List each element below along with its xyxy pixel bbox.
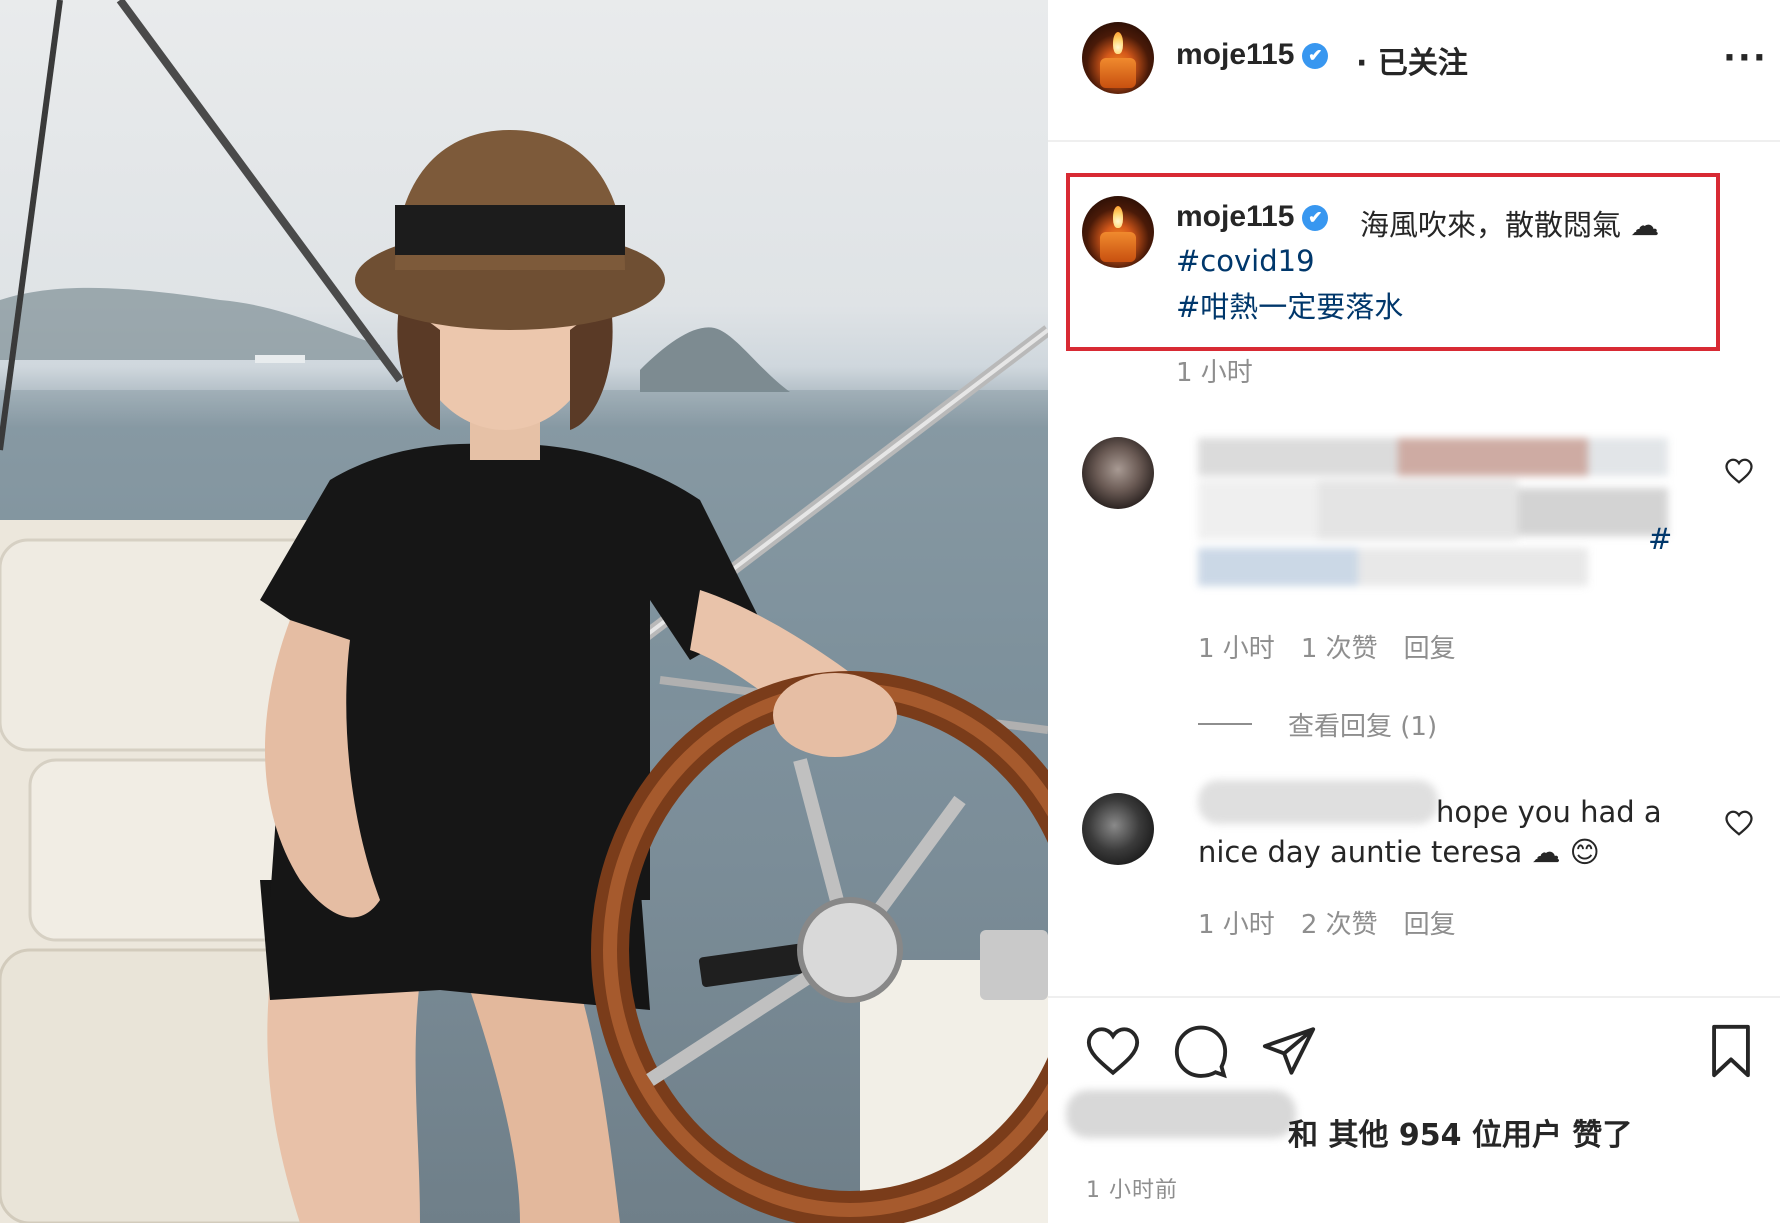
comment-time: 1 小时 bbox=[1198, 634, 1275, 664]
comment-text-line2-body: nice day auntie teresa bbox=[1198, 835, 1523, 869]
caption-username-text[interactable]: moje115 bbox=[1176, 200, 1294, 233]
header-divider bbox=[1048, 140, 1780, 142]
comment-reply-button[interactable]: 回复 bbox=[1404, 634, 1456, 664]
comment-icon[interactable] bbox=[1172, 1022, 1230, 1080]
cloud-emoji: ☁ bbox=[1630, 208, 1660, 242]
commenter-avatar[interactable] bbox=[1082, 793, 1154, 865]
comment-meta: 1 小时 1 次赞 回复 bbox=[1198, 628, 1482, 665]
comment-likes[interactable]: 1 次赞 bbox=[1301, 634, 1378, 664]
actions-divider bbox=[1048, 996, 1780, 998]
follow-status[interactable]: · 已关注 bbox=[1356, 38, 1468, 82]
author-avatar[interactable] bbox=[1082, 22, 1154, 94]
replies-rule bbox=[1198, 723, 1252, 725]
verified-badge-icon: ✔ bbox=[1302, 43, 1329, 70]
author-username-text[interactable]: moje115 bbox=[1176, 38, 1294, 71]
post-photo bbox=[0, 0, 1048, 1223]
caption-time: 1 小时 bbox=[1176, 358, 1253, 388]
comment-text-line2: nice day auntie teresa ☁ 😊 bbox=[1198, 835, 1600, 869]
commenter-avatar[interactable] bbox=[1082, 437, 1154, 509]
comment-like-heart-icon[interactable] bbox=[1724, 456, 1754, 486]
blurred-comment bbox=[1198, 438, 1668, 588]
heart-icon[interactable] bbox=[1084, 1022, 1142, 1080]
blurred-username bbox=[1198, 780, 1438, 824]
comment-like-heart-icon[interactable] bbox=[1724, 808, 1754, 838]
post-details-panel: moje115 ✔ · 已关注 ··· moje115 ✔ 海風吹來，散散悶氣 ☁ … bbox=[1048, 0, 1780, 1223]
hashtag-hot-water[interactable]: #咁熱一定要落水 bbox=[1176, 284, 1403, 326]
caption-verified-badge-icon: ✔ bbox=[1302, 205, 1329, 232]
caption-username[interactable]: moje115 ✔ bbox=[1176, 200, 1329, 234]
comment-meta: 1 小时 2 次赞 回复 bbox=[1198, 904, 1482, 941]
comment-reply-button[interactable]: 回复 bbox=[1404, 910, 1456, 940]
comment-time: 1 小时 bbox=[1198, 910, 1275, 940]
view-replies-button[interactable]: 查看回复 (1) bbox=[1288, 706, 1437, 743]
caption-body: 海風吹來，散散悶氣 bbox=[1360, 208, 1622, 242]
paper-plane-icon[interactable] bbox=[1260, 1022, 1318, 1080]
likes-count[interactable]: 和 其他 954 位用户 赞了 bbox=[1288, 1110, 1632, 1154]
bookmark-icon[interactable] bbox=[1702, 1022, 1760, 1080]
posted-time-ago: 1 小时前 bbox=[1086, 1178, 1178, 1203]
hashtag-covid19[interactable]: #covid19 bbox=[1176, 244, 1315, 278]
comment-text-line1: hope you had a bbox=[1436, 795, 1662, 829]
blurred-liker bbox=[1066, 1090, 1296, 1138]
more-options-icon[interactable]: ··· bbox=[1723, 38, 1768, 78]
author-username-header[interactable]: moje115 ✔ bbox=[1176, 38, 1329, 72]
photo-illustration bbox=[0, 0, 1048, 1223]
comment-likes[interactable]: 2 次赞 bbox=[1301, 910, 1378, 940]
comment-hashtag-fragment[interactable]: # bbox=[1648, 522, 1672, 556]
comment-emoji: ☁ 😊 bbox=[1531, 835, 1600, 869]
caption-author-avatar[interactable] bbox=[1082, 196, 1154, 268]
caption-text: 海風吹來，散散悶氣 ☁ bbox=[1360, 202, 1659, 244]
